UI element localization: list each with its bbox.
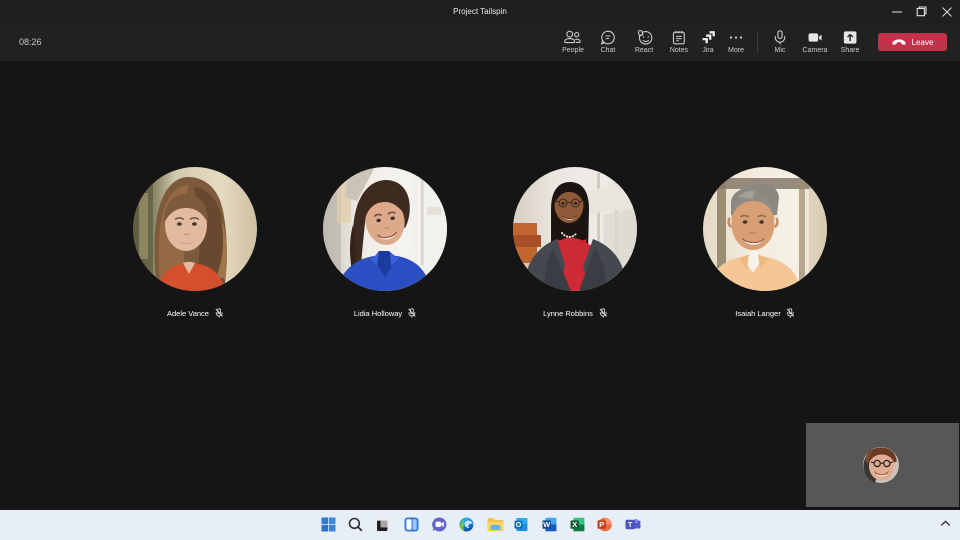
svg-text:T: T (628, 522, 633, 529)
svg-text:X: X (572, 520, 577, 529)
svg-text:P: P (600, 520, 605, 529)
svg-text:W: W (543, 520, 551, 529)
svg-text:O: O (516, 522, 522, 529)
